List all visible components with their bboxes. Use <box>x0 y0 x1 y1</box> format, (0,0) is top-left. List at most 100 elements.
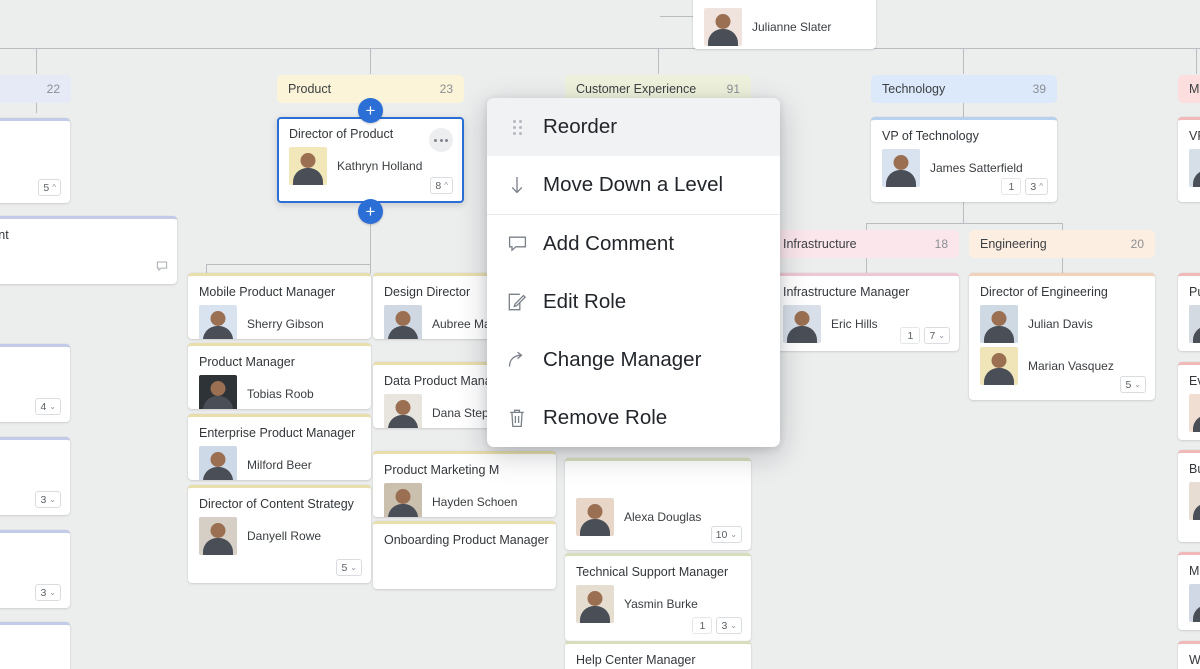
dept-header-technology[interactable]: Technology 39 <box>871 75 1057 103</box>
report-count-chip[interactable]: 3 ⌄ <box>716 617 742 634</box>
person-card-clipped[interactable]: VP <box>1178 117 1200 202</box>
role-title: Infrastructure Manager <box>783 285 910 299</box>
card-chips[interactable]: 4 ⌄ <box>35 398 61 415</box>
comment-icon[interactable] <box>156 259 168 277</box>
person-name: Julianne Slater <box>752 20 832 34</box>
report-count-chip[interactable]: 5 ^ <box>38 179 61 196</box>
person-card-clipped[interactable]: Eve <box>1178 362 1200 440</box>
card-chips[interactable]: 8 ^ <box>430 177 453 194</box>
add-role-above-button[interactable]: + <box>358 98 383 123</box>
dept-header-engineering[interactable]: Engineering 20 <box>969 230 1155 258</box>
person-name: Sherry Gibson <box>247 317 324 331</box>
menu-item-label: Edit Role <box>543 290 627 313</box>
person-card-clipped[interactable]: anager 3⌄ <box>0 437 70 515</box>
person-card[interactable]: Technical Support Manager Yasmin Burke 1… <box>565 553 751 641</box>
menu-item-label: Add Comment <box>543 232 675 255</box>
avatar <box>199 305 237 339</box>
report-count-chip[interactable]: 4 ⌄ <box>35 398 61 415</box>
role-card-executive-assistant[interactable]: Executive Assistant <box>0 216 177 284</box>
context-menu[interactable]: Reorder Move Down a Level Add Comment Ed… <box>487 98 780 447</box>
card-chips[interactable]: 3 ⌄ <box>35 491 61 508</box>
person-name: Kathryn Holland <box>337 159 423 173</box>
menu-item-change-manager[interactable]: Change Manager <box>487 331 780 389</box>
menu-item-remove-role[interactable]: Remove Role <box>487 389 780 447</box>
dept-header-infrastructure[interactable]: Infrastructure 18 <box>772 230 959 258</box>
card-chips[interactable]: 3 ⌄ <box>35 584 61 601</box>
card-chips[interactable]: 5 ^ <box>38 179 61 196</box>
person-card[interactable]: Product Manager Tobias Roob <box>188 343 371 409</box>
person-name: Hayden Schoen <box>432 495 518 509</box>
person-card-clipped[interactable]: chtelar 5^ <box>0 118 70 203</box>
role-card[interactable]: Onboarding Product Manager <box>373 521 556 589</box>
role-title: Enterprise Product Manager <box>199 426 356 440</box>
person-card-clipped[interactable]: 4 ⌄ <box>0 344 70 422</box>
person-card-selected-director-of-product[interactable]: Director of Product Kathryn Holland 8 ^ <box>277 117 464 203</box>
person-card-infrastructure-manager[interactable]: Infrastructure Manager Eric Hills 1 7 ⌄ <box>772 273 959 351</box>
avatar <box>783 305 821 343</box>
role-title: Help Center Manager <box>576 653 696 667</box>
role-title: Technical Support Manager <box>576 565 729 579</box>
report-count-chip[interactable]: 8 ^ <box>430 177 453 194</box>
card-chips[interactable]: 10 ⌄ <box>710 526 742 543</box>
menu-item-move-down-a-level[interactable]: Move Down a Level <box>487 156 780 214</box>
role-title: anager <box>0 449 59 463</box>
report-count-chip[interactable]: 10 ⌄ <box>710 526 742 543</box>
report-count-chip[interactable]: 5 ⌄ <box>336 559 362 576</box>
connector-line <box>36 48 37 74</box>
person-card-clipped[interactable]: We <box>1178 641 1200 669</box>
person-card-vp-technology[interactable]: VP of Technology James Satterfield 1 3 ^ <box>871 117 1057 202</box>
dept-name: Ma <box>1189 82 1200 96</box>
dept-header-0[interactable]: 22 <box>0 75 71 103</box>
report-count-chip[interactable]: 7 ⌄ <box>924 327 950 344</box>
card-options-menu-icon[interactable] <box>429 128 453 152</box>
person-name: James Satterfield <box>930 161 1023 175</box>
role-title: ad <box>0 542 59 556</box>
report-count-chip[interactable]: 3 ⌄ <box>35 491 61 508</box>
connector-line <box>963 103 964 118</box>
direct-report-chip[interactable]: 1 <box>692 617 713 634</box>
card-chips[interactable]: 5 ⌄ <box>1120 376 1146 393</box>
dept-count: 91 <box>726 82 740 96</box>
person-card-clipped[interactable]: Bus Ma <box>1178 450 1200 542</box>
report-count-chip[interactable]: 3 ⌄ <box>35 584 61 601</box>
report-count-chip[interactable]: 3 ^ <box>1025 178 1048 195</box>
menu-item-add-comment[interactable]: Add Comment <box>487 215 780 273</box>
connector-line <box>206 264 370 265</box>
avatar <box>576 585 614 623</box>
person-card[interactable]: Enterprise Product Manager Milford Beer <box>188 414 371 480</box>
arrow-down-icon <box>507 175 527 195</box>
role-title: Product Manager <box>199 355 295 369</box>
person-card-director-of-engineering[interactable]: Director of Engineering Julian Davis Mar… <box>969 273 1155 400</box>
direct-report-chip[interactable]: 1 <box>900 327 921 344</box>
person-card-clipped[interactable]: Pub <box>1178 273 1200 351</box>
person-card[interactable]: Alexa Douglas 10 ⌄ <box>565 458 751 550</box>
avatar <box>199 446 237 480</box>
avatar <box>199 375 237 409</box>
person-card[interactable]: Product Marketing M Hayden Schoen <box>373 451 556 517</box>
person-card-clipped[interactable]: Ma <box>1178 552 1200 630</box>
add-role-below-button[interactable]: + <box>358 199 383 224</box>
report-count-chip[interactable]: 5 ⌄ <box>1120 376 1146 393</box>
org-chart-canvas[interactable]: Julianne Slater 22 Product 23 Customer E… <box>0 0 1200 669</box>
card-chips[interactable]: 1 7 ⌄ <box>900 327 950 344</box>
dept-header-marketing[interactable]: Ma <box>1178 75 1200 103</box>
menu-item-reorder[interactable]: Reorder <box>487 98 780 156</box>
menu-item-edit-role[interactable]: Edit Role <box>487 273 780 331</box>
direct-report-chip[interactable]: 1 <box>1001 178 1022 195</box>
card-chips[interactable]: 1 3 ⌄ <box>692 617 742 634</box>
person-card[interactable]: Director of Content Strategy Danyell Row… <box>188 485 371 583</box>
card-chips[interactable]: 5 ⌄ <box>336 559 362 576</box>
card-chips[interactable]: 1 3 ^ <box>1001 178 1048 195</box>
person-card-clipped[interactable]: ad 3⌄ <box>0 530 70 608</box>
person-card[interactable]: Mobile Product Manager Sherry Gibson <box>188 273 371 339</box>
person-card[interactable]: Julianne Slater <box>693 0 876 49</box>
person-name: Danyell Rowe <box>247 529 322 543</box>
person-name: Eric Hills <box>831 317 878 331</box>
avatar <box>384 483 422 517</box>
role-card[interactable]: Help Center Manager <box>565 641 751 669</box>
person-card-clipped[interactable]: ann <box>0 622 70 669</box>
avatar <box>576 498 614 536</box>
person-name: Tobias Roob <box>247 387 314 401</box>
menu-item-label: Move Down a Level <box>543 173 724 196</box>
connector-line <box>658 48 659 74</box>
